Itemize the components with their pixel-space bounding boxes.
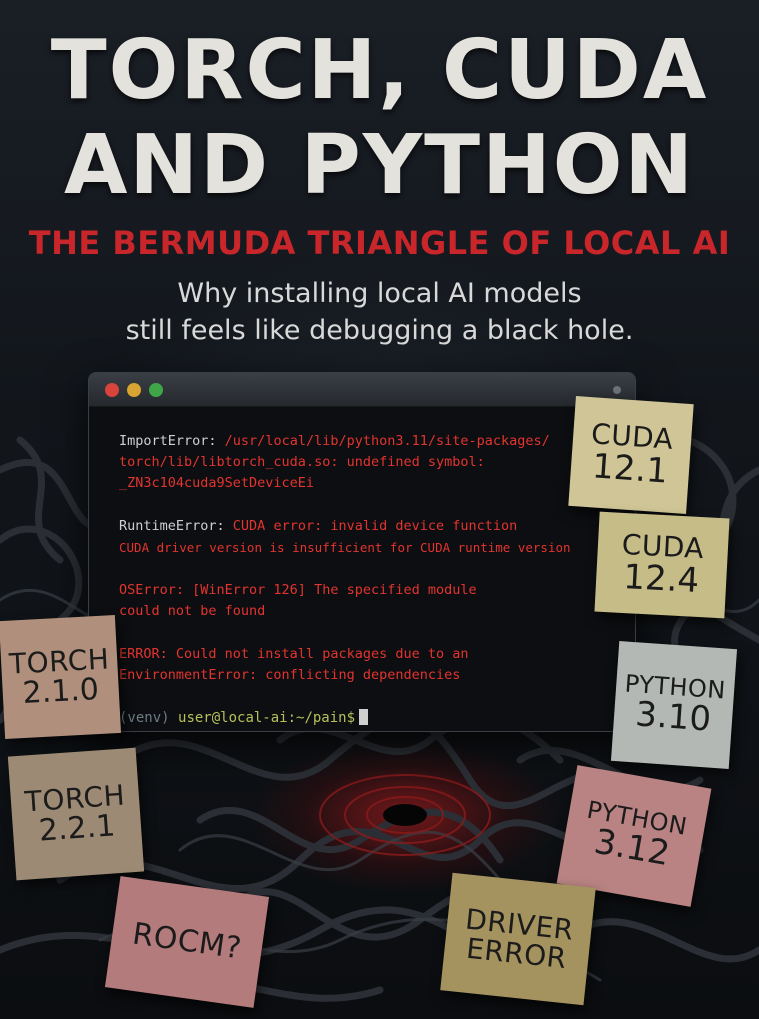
- shell-prompt[interactable]: (venv) user@local-ai:~/pain$: [119, 708, 615, 729]
- error-line: OSError: [WinError 126] The specified mo…: [119, 582, 477, 598]
- error-type: RuntimeError:: [119, 518, 225, 534]
- title-line-2: AND PYTHON: [63, 118, 696, 213]
- minimize-window-button[interactable]: [127, 383, 141, 397]
- maximize-window-button[interactable]: [149, 383, 163, 397]
- subtitle: THE BERMUDA TRIANGLE OF LOCAL AI: [28, 224, 731, 262]
- error-line: torch/lib/libtorch_cuda.so: undefined sy…: [119, 454, 485, 470]
- note-value: 12.4: [622, 556, 701, 601]
- error-line: CUDA driver version is insufficient for …: [119, 540, 571, 555]
- terminal-output: ImportError: /usr/local/lib/python3.11/s…: [119, 431, 615, 729]
- note-value: 2.1.0: [21, 671, 100, 711]
- sticky-note-cuda-12-4: CUDA 12.4: [594, 511, 730, 619]
- os-error-message: OSError: [WinError 126] The specified mo…: [119, 580, 615, 622]
- sticky-note-python-3-10: PYTHON 3.10: [610, 641, 738, 769]
- import-error-message: ImportError: /usr/local/lib/python3.11/s…: [119, 431, 615, 494]
- title-line-1: TORCH, CUDA: [50, 23, 709, 118]
- terminal-window: ImportError: /usr/local/lib/python3.11/s…: [88, 372, 636, 732]
- sticky-note-driver-error: DRIVER ERROR: [440, 872, 596, 1006]
- error-line: could not be found: [119, 603, 266, 619]
- sticky-note-torch-2-2-1: TORCH 2.2.1: [7, 747, 145, 881]
- tagline-line-2: still feels like debugging a black hole.: [125, 315, 634, 346]
- install-error-message: ERROR: Could not install packages due to…: [119, 644, 615, 686]
- terminal-titlebar: [89, 373, 635, 407]
- error-line: EnvironmentError: conflicting dependenci…: [119, 667, 461, 683]
- text-cursor: [359, 709, 369, 725]
- venv-label: (venv): [119, 710, 179, 726]
- error-line: _ZN3c104cuda9SetDeviceEi: [119, 475, 315, 491]
- error-line: /usr/local/lib/python3.11/site-packages/: [216, 433, 550, 449]
- error-line: CUDA error: invalid device function: [224, 518, 518, 534]
- window-menu-icon[interactable]: [613, 386, 621, 394]
- note-label: ROCM?: [130, 916, 244, 967]
- close-window-button[interactable]: [105, 383, 119, 397]
- error-type: ImportError:: [119, 433, 217, 449]
- note-value: 3.10: [634, 694, 713, 740]
- sticky-note-cuda-12-1: CUDA 12.1: [568, 396, 694, 514]
- runtime-error-message: RuntimeError: CUDA error: invalid device…: [119, 516, 615, 558]
- sticky-note-torch-2-1-0: TORCH 2.1.0: [0, 615, 122, 739]
- sticky-note-rocm: ROCM?: [104, 876, 270, 1008]
- tagline-line-1: Why installing local AI models: [177, 278, 582, 309]
- user-host-path: user@local-ai:~/pain$: [178, 710, 356, 726]
- error-line: ERROR: Could not install packages due to…: [119, 646, 469, 662]
- note-value: 12.1: [590, 446, 670, 492]
